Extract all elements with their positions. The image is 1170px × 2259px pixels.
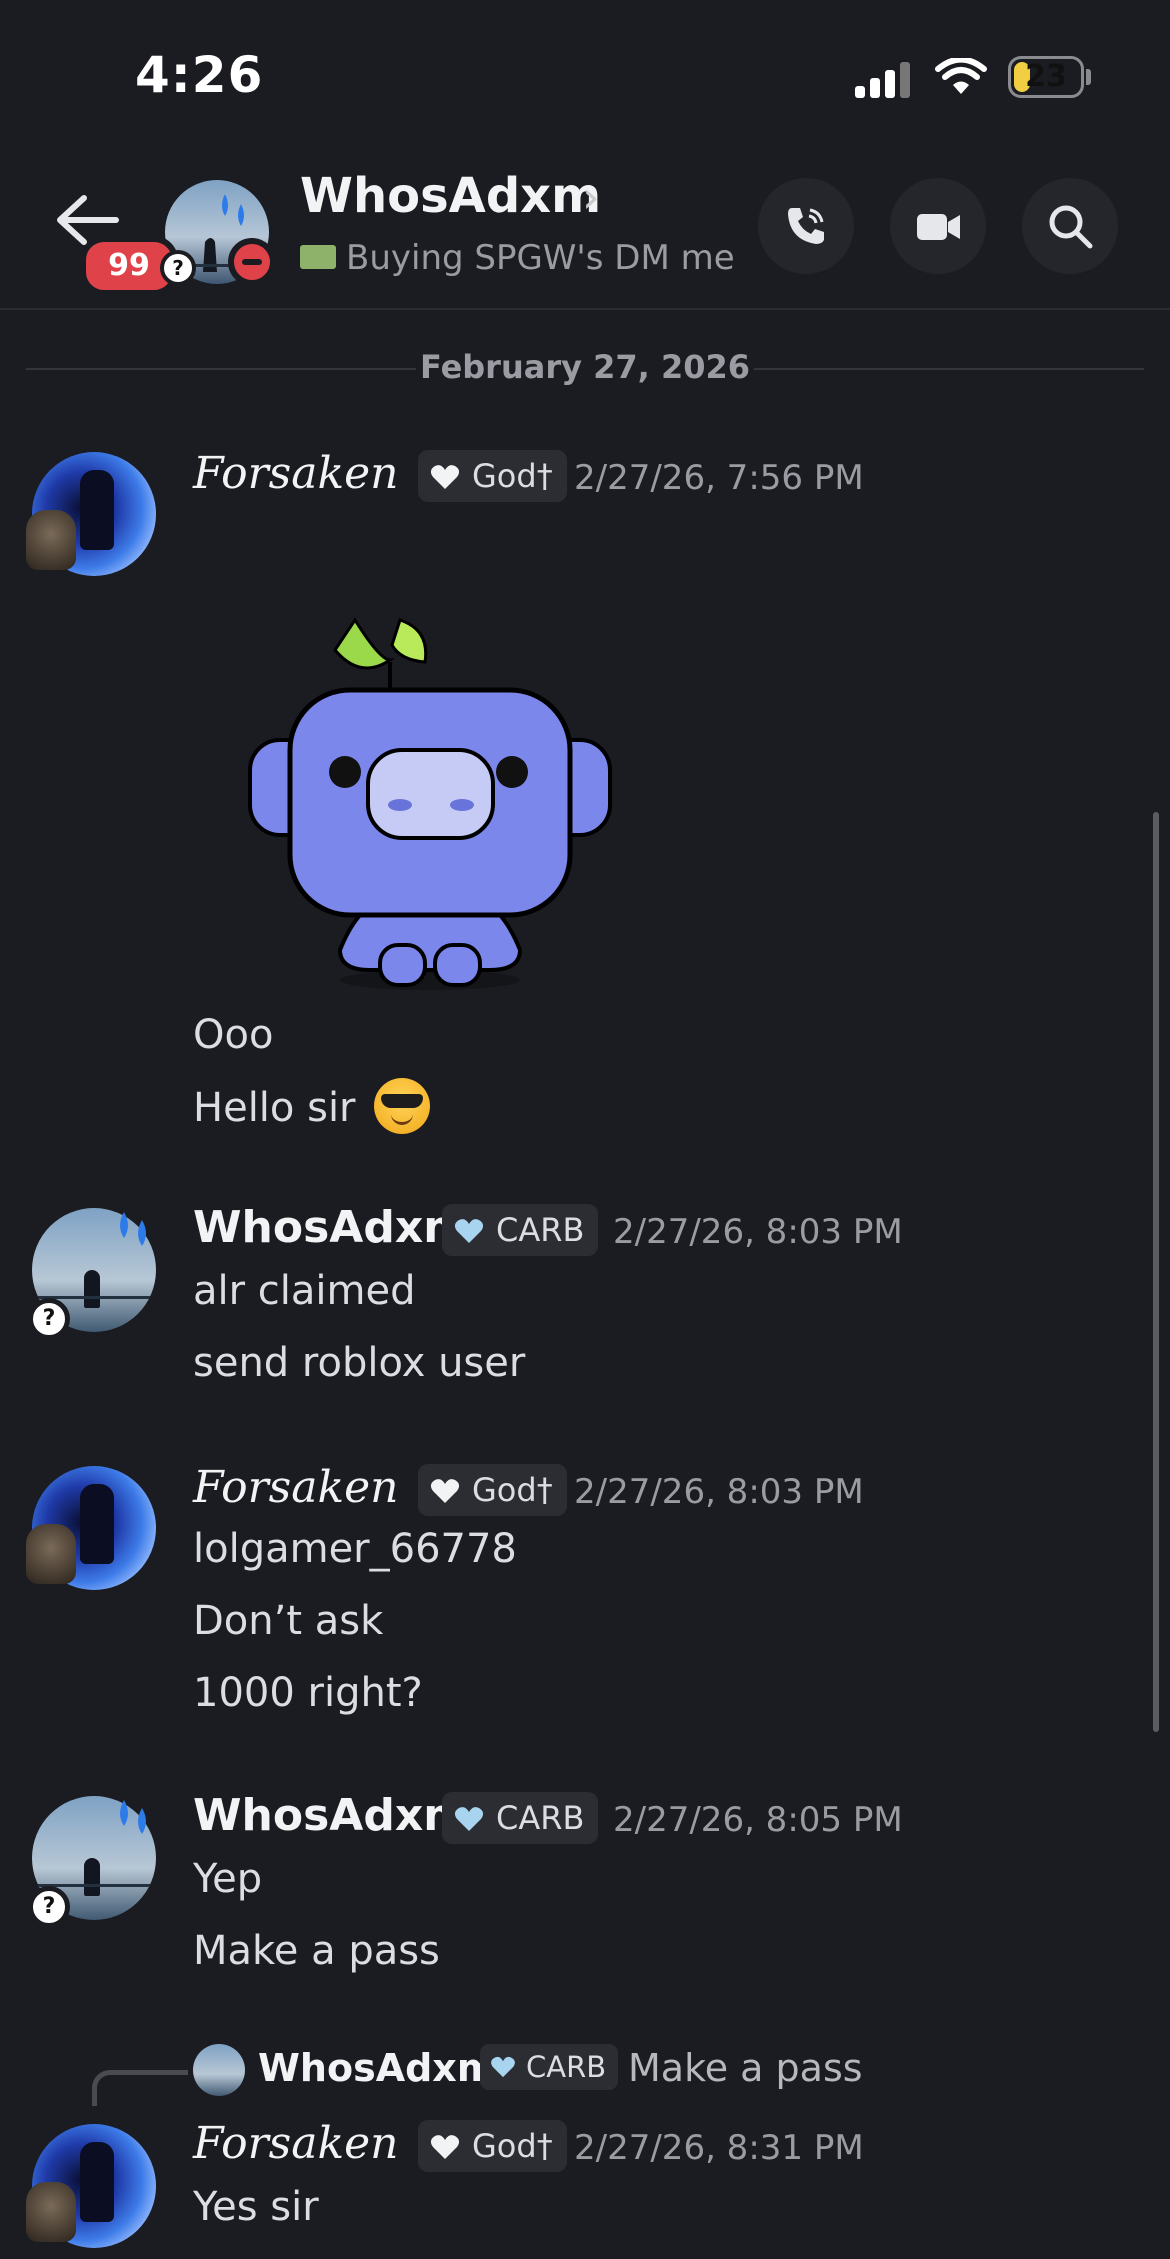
money-icon xyxy=(300,244,336,269)
reply-preview-text[interactable]: Make a pass xyxy=(628,2046,863,2090)
search-button[interactable] xyxy=(1022,178,1118,274)
reply-role-badge: CARB xyxy=(480,2044,619,2090)
white-heart-icon xyxy=(430,465,460,489)
wifi-icon xyxy=(935,58,987,94)
message-line: lolgamer_66778 xyxy=(193,1526,517,1572)
message-line: 1000 right? xyxy=(193,1670,423,1716)
cat-avatar-decoration xyxy=(26,510,76,570)
role-badge[interactable]: God† xyxy=(418,1464,567,1516)
message-line: send roblox user xyxy=(193,1340,526,1386)
light-blue-heart-icon xyxy=(491,2056,515,2078)
message-timestamp: 2/27/26, 7:56 PM xyxy=(574,458,864,498)
message-author[interactable]: WhosAdxm xyxy=(193,1202,469,1253)
message-author[interactable]: Forsaken xyxy=(193,448,399,499)
video-icon xyxy=(917,214,960,240)
dm-header: 99 ? WhosAdxm › Buying SPGW's DM me xyxy=(0,150,1170,310)
role-badge[interactable]: God† xyxy=(418,450,567,502)
white-heart-icon xyxy=(430,2135,460,2159)
date-divider: February 27, 2026 xyxy=(26,340,1144,390)
message-line: Ooo xyxy=(193,1012,274,1058)
reply-author[interactable]: WhosAdxm xyxy=(258,2046,496,2090)
reply-avatar[interactable] xyxy=(193,2044,245,2096)
role-label: CARB xyxy=(496,1211,585,1249)
video-call-button[interactable] xyxy=(890,178,986,274)
message-line: Hello sir xyxy=(193,1078,431,1138)
role-badge[interactable]: CARB xyxy=(442,1792,599,1844)
message-timestamp: 2/27/26, 8:03 PM xyxy=(574,1472,864,1512)
light-blue-heart-icon xyxy=(454,1807,484,1831)
message-line: Yes sir xyxy=(193,2184,319,2230)
wumpus-sticker[interactable] xyxy=(240,600,620,1000)
scrollbar[interactable] xyxy=(1153,812,1159,1732)
battery-icon: 23 xyxy=(1008,56,1084,98)
clock: 4:26 xyxy=(135,46,264,104)
message-author[interactable]: WhosAdxm xyxy=(193,1790,469,1841)
drops-avatar-decoration xyxy=(120,1800,146,1834)
chevron-right-icon[interactable]: › xyxy=(582,172,600,223)
message-timestamp: 2/27/26, 8:31 PM xyxy=(574,2128,864,2168)
custom-status: Buying SPGW's DM me xyxy=(300,238,735,278)
sunglasses-emoji-icon xyxy=(374,1078,431,1134)
message-timestamp: 2/27/26, 8:03 PM xyxy=(613,1212,903,1252)
white-heart-icon xyxy=(430,1479,460,1503)
role-badge[interactable]: God† xyxy=(418,2120,567,2172)
question-badge-icon: ? xyxy=(28,1298,70,1340)
voice-call-button[interactable] xyxy=(758,178,854,274)
light-blue-heart-icon xyxy=(454,1219,484,1243)
phone-icon xyxy=(788,208,824,244)
cellular-signal-icon xyxy=(855,60,915,98)
cat-avatar-decoration xyxy=(26,2182,76,2242)
header-username[interactable]: WhosAdxm xyxy=(300,168,601,224)
message-line-text: Hello sir xyxy=(193,1085,356,1131)
message-timestamp: 2/27/26, 8:05 PM xyxy=(613,1800,903,1840)
status-bar: 4:26 23 xyxy=(0,0,1170,150)
role-label: God† xyxy=(472,1471,553,1509)
message-line: Yep xyxy=(193,1856,263,1902)
cat-avatar-decoration xyxy=(26,1524,76,1584)
drops-avatar-decoration xyxy=(120,1212,146,1246)
message-author[interactable]: Forsaken xyxy=(193,1462,399,1513)
reply-connector xyxy=(92,2070,188,2106)
question-badge-icon: ? xyxy=(160,250,196,286)
message-line: Don’t ask xyxy=(193,1598,384,1644)
message-line: Make a pass xyxy=(193,1928,440,1974)
role-label: CARB xyxy=(496,1799,585,1837)
role-badge[interactable]: CARB xyxy=(442,1204,599,1256)
search-icon xyxy=(1049,205,1093,249)
custom-status-text: Buying SPGW's DM me xyxy=(346,238,735,278)
dnd-status-icon xyxy=(228,238,276,286)
question-badge-icon: ? xyxy=(28,1886,70,1928)
battery-level: 23 xyxy=(1025,59,1067,94)
date-divider-text: February 27, 2026 xyxy=(420,348,750,386)
message-author[interactable]: Forsaken xyxy=(193,2118,399,2169)
role-label: CARB xyxy=(526,2050,607,2084)
role-label: God† xyxy=(472,457,553,495)
message-line: alr claimed xyxy=(193,1268,416,1314)
role-label: God† xyxy=(472,2127,553,2165)
